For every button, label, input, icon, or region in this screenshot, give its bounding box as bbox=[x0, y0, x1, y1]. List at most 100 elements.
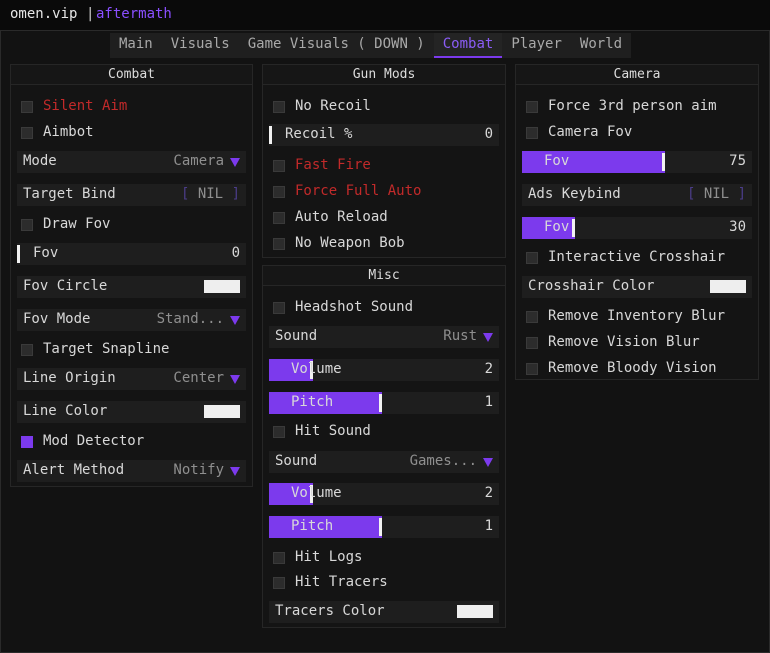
line-color-picker[interactable]: Line Color bbox=[17, 401, 246, 423]
remove-vision-blur-label: Remove Vision Blur bbox=[548, 334, 700, 350]
app-name: omen.vip bbox=[10, 6, 78, 22]
tab-bar: Main Visuals Game Visuals ( DOWN ) Comba… bbox=[110, 33, 632, 58]
camera-fov-checkbox[interactable] bbox=[526, 127, 538, 139]
ads-fov-slider-knob[interactable] bbox=[572, 219, 575, 237]
draw-fov-checkbox[interactable] bbox=[21, 219, 33, 231]
draw-fov-toggle[interactable]: Draw Fov bbox=[17, 214, 246, 236]
remove-inventory-blur-toggle[interactable]: Remove Inventory Blur bbox=[522, 306, 752, 328]
mode-dropdown[interactable]: Mode Camera bbox=[17, 151, 246, 173]
recoil-slider-value: 0 bbox=[484, 126, 493, 142]
hit-logs-toggle[interactable]: Hit Logs bbox=[269, 547, 499, 569]
camera-fov-slider-knob[interactable] bbox=[662, 153, 665, 171]
title-bar: omen.vip | aftermath bbox=[0, 0, 770, 30]
fast-fire-checkbox[interactable] bbox=[273, 160, 285, 172]
target-bind-keybind[interactable]: Target Bind [ NIL ] bbox=[17, 184, 246, 206]
tab-main[interactable]: Main bbox=[110, 33, 162, 58]
force-full-auto-label: Force Full Auto bbox=[295, 183, 422, 199]
combat-panel-title: Combat bbox=[11, 65, 252, 85]
remove-inventory-blur-checkbox[interactable] bbox=[526, 311, 538, 323]
hit-sound-checkbox[interactable] bbox=[273, 426, 285, 438]
alert-method-value: Notify bbox=[173, 462, 224, 478]
headshot-sound-checkbox[interactable] bbox=[273, 302, 285, 314]
tracers-color-swatch[interactable] bbox=[457, 605, 493, 618]
pitch-slider-knob[interactable] bbox=[379, 394, 382, 412]
target-snapline-toggle[interactable]: Target Snapline bbox=[17, 339, 246, 361]
hit-logs-checkbox[interactable] bbox=[273, 552, 285, 564]
hit-pitch-slider[interactable]: Pitch 1 bbox=[269, 516, 499, 538]
remove-vision-blur-toggle[interactable]: Remove Vision Blur bbox=[522, 332, 752, 354]
volume-slider[interactable]: Volume 2 bbox=[269, 359, 499, 381]
alert-method-dropdown[interactable]: Alert Method Notify bbox=[17, 460, 246, 482]
sound-value: Rust bbox=[443, 328, 477, 344]
mode-label: Mode bbox=[23, 153, 57, 169]
line-origin-dropdown[interactable]: Line Origin Center bbox=[17, 368, 246, 390]
hit-pitch-slider-knob[interactable] bbox=[379, 518, 382, 536]
silent-aim-toggle[interactable]: Silent Aim bbox=[17, 96, 246, 118]
remove-vision-blur-checkbox[interactable] bbox=[526, 337, 538, 349]
headshot-sound-toggle[interactable]: Headshot Sound bbox=[269, 297, 499, 319]
crosshair-color-swatch[interactable] bbox=[710, 280, 746, 293]
hit-sound-toggle[interactable]: Hit Sound bbox=[269, 421, 499, 443]
camera-fov-toggle[interactable]: Camera Fov bbox=[522, 122, 752, 144]
fov-slider[interactable]: Fov 0 bbox=[17, 243, 246, 265]
fov-slider-value: 0 bbox=[231, 245, 240, 261]
line-color-label: Line Color bbox=[23, 403, 108, 419]
tab-visuals[interactable]: Visuals bbox=[162, 33, 239, 58]
tab-player[interactable]: Player bbox=[502, 33, 571, 58]
fov-circle-color-swatch[interactable] bbox=[204, 280, 240, 293]
no-weapon-bob-checkbox[interactable] bbox=[273, 238, 285, 250]
headshot-sound-dropdown[interactable]: Sound Rust bbox=[269, 326, 499, 348]
auto-reload-checkbox[interactable] bbox=[273, 212, 285, 224]
chevron-down-icon bbox=[230, 375, 240, 384]
tab-world[interactable]: World bbox=[571, 33, 631, 58]
hit-tracers-checkbox[interactable] bbox=[273, 577, 285, 589]
force-full-auto-checkbox[interactable] bbox=[273, 186, 285, 198]
volume-slider-value: 2 bbox=[484, 361, 493, 377]
crosshair-color-picker[interactable]: Crosshair Color bbox=[522, 276, 752, 298]
interactive-crosshair-toggle[interactable]: Interactive Crosshair bbox=[522, 247, 752, 269]
no-recoil-checkbox[interactable] bbox=[273, 101, 285, 113]
no-weapon-bob-toggle[interactable]: No Weapon Bob bbox=[269, 233, 499, 255]
ads-keybind[interactable]: Ads Keybind [ NIL ] bbox=[522, 184, 752, 206]
tab-game-visuals[interactable]: Game Visuals ( DOWN ) bbox=[239, 33, 434, 58]
fov-circle-color[interactable]: Fov Circle bbox=[17, 276, 246, 298]
silent-aim-checkbox[interactable] bbox=[21, 101, 33, 113]
camera-fov-slider[interactable]: Fov 75 bbox=[522, 151, 752, 173]
fast-fire-toggle[interactable]: Fast Fire bbox=[269, 155, 499, 177]
tab-combat[interactable]: Combat bbox=[433, 33, 503, 58]
ads-fov-slider[interactable]: Fov 30 bbox=[522, 217, 752, 239]
no-recoil-toggle[interactable]: No Recoil bbox=[269, 96, 499, 118]
target-snapline-checkbox[interactable] bbox=[21, 344, 33, 356]
mod-detector-toggle[interactable]: Mod Detector bbox=[17, 431, 246, 453]
remove-bloody-vision-label: Remove Bloody Vision bbox=[548, 360, 717, 376]
target-bind-label: Target Bind bbox=[23, 186, 116, 202]
force-full-auto-toggle[interactable]: Force Full Auto bbox=[269, 181, 499, 203]
gun-mods-panel: Gun Mods No Recoil Recoil % 0 Fast Fire … bbox=[262, 64, 506, 258]
aimbot-checkbox[interactable] bbox=[21, 127, 33, 139]
force-3rd-person-checkbox[interactable] bbox=[526, 101, 538, 113]
sound-label: Sound bbox=[275, 328, 318, 344]
fov-mode-dropdown[interactable]: Fov Mode Stand... bbox=[17, 309, 246, 331]
remove-bloody-vision-toggle[interactable]: Remove Bloody Vision bbox=[522, 358, 752, 380]
remove-bloody-vision-checkbox[interactable] bbox=[526, 363, 538, 375]
recoil-slider-label: Recoil % bbox=[285, 126, 353, 142]
force-3rd-person-toggle[interactable]: Force 3rd person aim bbox=[522, 96, 752, 118]
tracers-color-label: Tracers Color bbox=[275, 603, 385, 619]
title-separator: | bbox=[86, 6, 95, 22]
hit-tracers-toggle[interactable]: Hit Tracers bbox=[269, 572, 499, 594]
hit-volume-slider[interactable]: Volume 2 bbox=[269, 483, 499, 505]
line-color-swatch[interactable] bbox=[204, 405, 240, 418]
hit-sound-dropdown[interactable]: Sound Games... bbox=[269, 451, 499, 473]
no-recoil-label: No Recoil bbox=[295, 98, 371, 114]
recoil-percent-slider[interactable]: Recoil % 0 bbox=[269, 124, 499, 146]
auto-reload-toggle[interactable]: Auto Reload bbox=[269, 207, 499, 229]
ads-fov-slider-label: Fov bbox=[544, 219, 570, 235]
interactive-crosshair-checkbox[interactable] bbox=[526, 252, 538, 264]
fov-slider-knob[interactable] bbox=[17, 245, 20, 263]
mod-detector-checkbox[interactable] bbox=[21, 436, 33, 448]
aimbot-toggle[interactable]: Aimbot bbox=[17, 122, 246, 144]
recoil-slider-knob[interactable] bbox=[269, 126, 272, 144]
pitch-slider[interactable]: Pitch 1 bbox=[269, 392, 499, 414]
crosshair-color-label: Crosshair Color bbox=[528, 278, 655, 294]
tracers-color-picker[interactable]: Tracers Color bbox=[269, 601, 499, 623]
